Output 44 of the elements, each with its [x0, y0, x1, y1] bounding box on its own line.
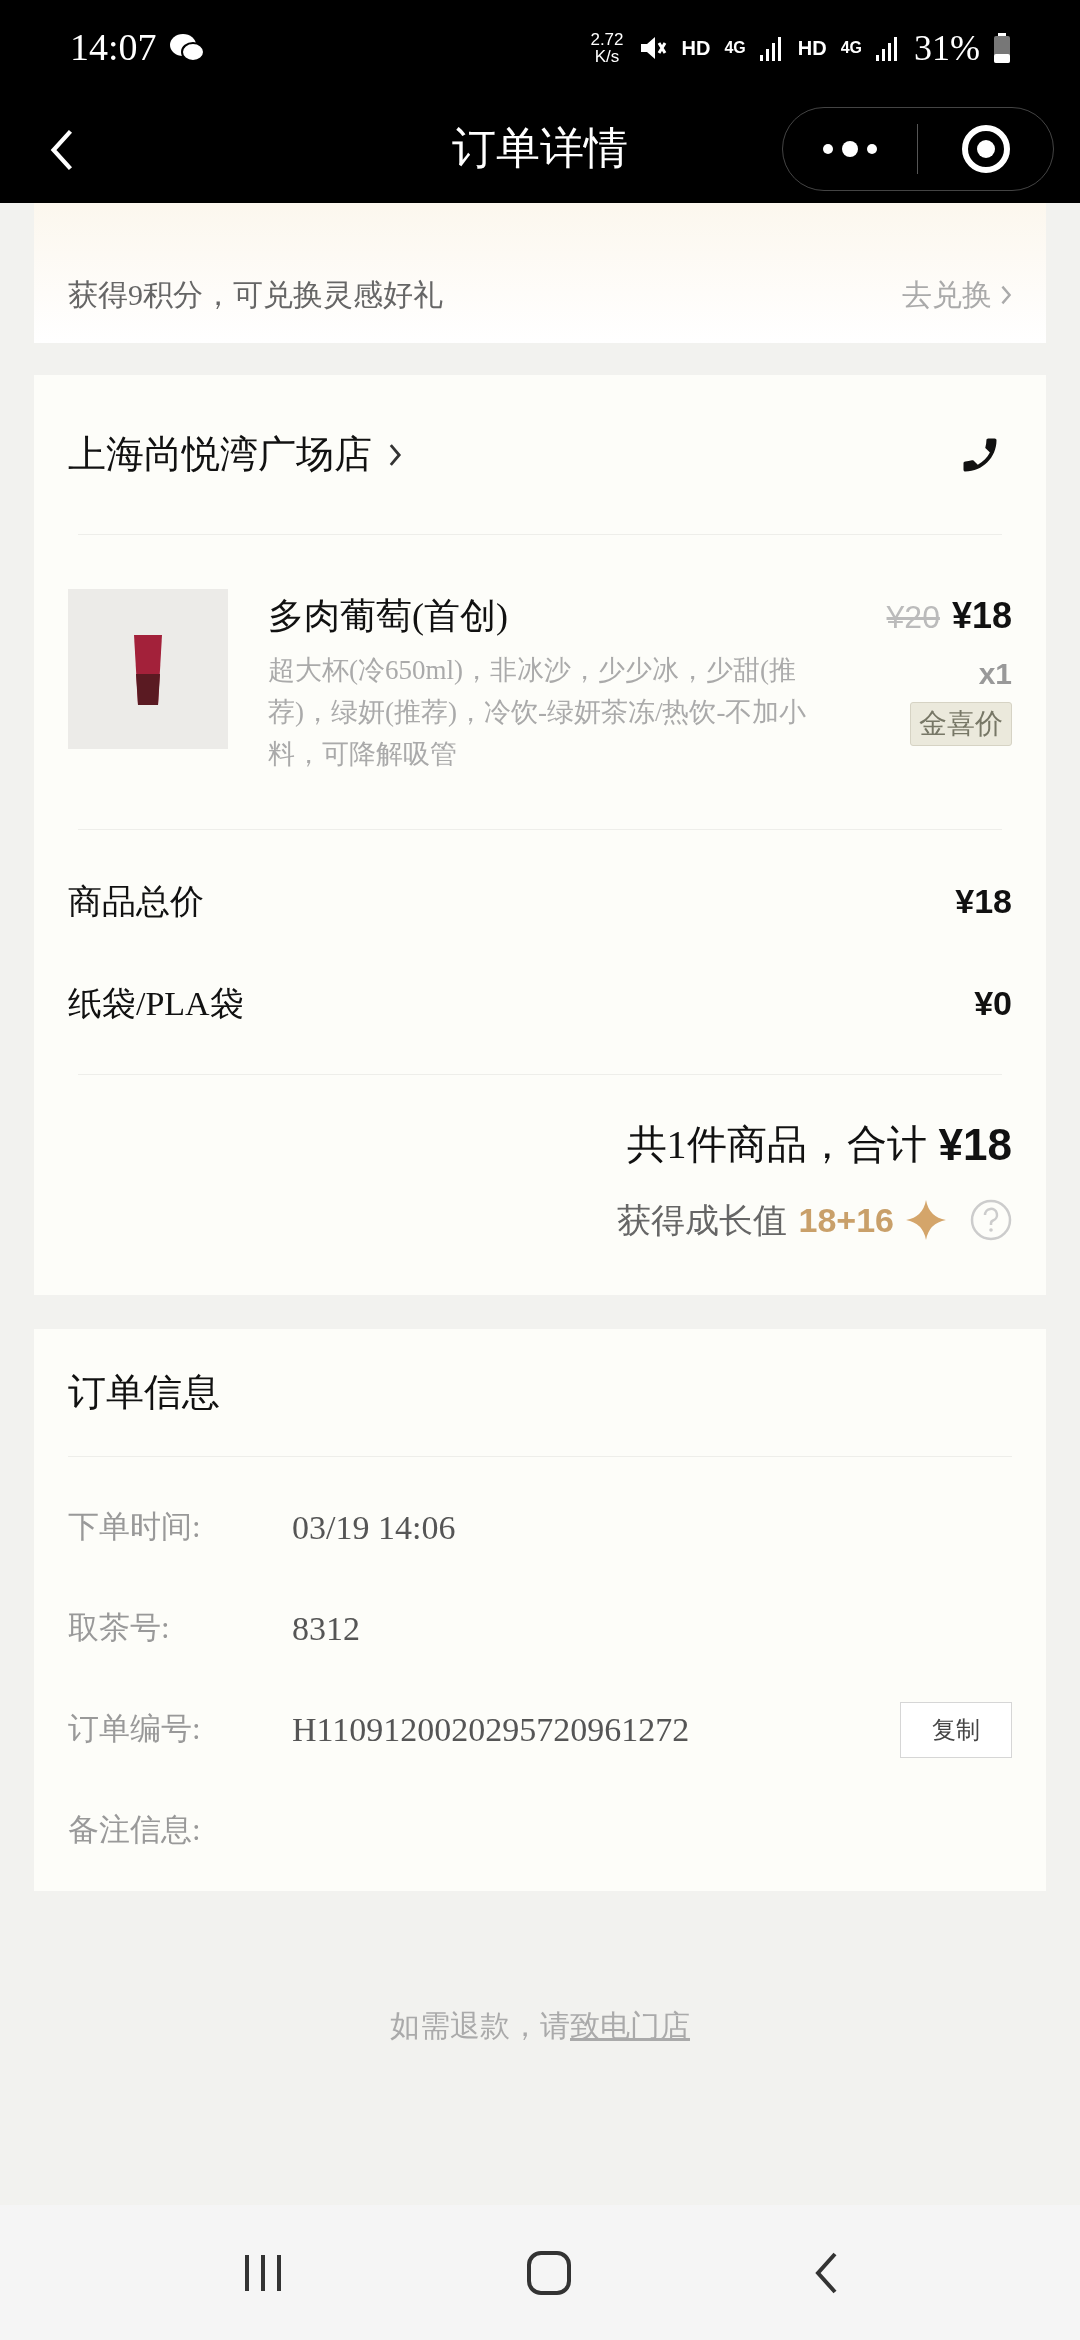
fee-label: 商品总价: [68, 881, 204, 922]
quantity: x1: [978, 656, 1012, 692]
signal-icon: [876, 34, 900, 61]
network-speed: 2.72: [590, 30, 624, 48]
price-tag: 金喜价: [910, 702, 1012, 746]
info-value: 03/19 14:06: [292, 1508, 456, 1548]
info-label: 订单编号:: [68, 1710, 202, 1749]
page-title: 订单详情: [452, 123, 628, 175]
info-label: 备注信息:: [68, 1811, 202, 1850]
section-title: 订单信息: [68, 1370, 220, 1415]
battery-icon: [994, 32, 1010, 63]
product-price: ¥18: [951, 594, 1012, 638]
battery-percent: 31%: [914, 26, 980, 70]
signal-icon: [759, 34, 784, 61]
original-price: ¥20: [886, 598, 940, 637]
fee-value: ¥0: [974, 982, 1012, 1024]
store-link[interactable]: 上海尚悦湾广场店: [68, 426, 402, 483]
target-icon: [960, 124, 1011, 174]
info-value: 8312: [292, 1609, 360, 1649]
points-text: 获得9积分，可兑换灵感好礼: [68, 277, 443, 313]
fee-label: 纸袋/PLA袋: [68, 983, 244, 1024]
total-label: 共1件商品，合计: [626, 1121, 927, 1169]
refund-note: 如需退款，请: [390, 2008, 570, 2044]
chevron-icon: [1000, 283, 1012, 306]
sparkle-icon: [906, 1200, 946, 1240]
network-label: 4G: [724, 37, 746, 58]
dots-icon: [820, 139, 880, 159]
info-value: H1109120020295720961272: [292, 1710, 690, 1750]
hd-label: HD: [681, 35, 711, 61]
home-button[interactable]: [526, 2249, 572, 2296]
info-label: 取茶号:: [68, 1609, 171, 1648]
info-label: 下单时间:: [68, 1508, 202, 1547]
clock-time: 14:07: [70, 25, 157, 70]
fee-value: ¥18: [955, 880, 1012, 922]
chat-icon: [168, 32, 205, 63]
total-price: ¥18: [938, 1119, 1012, 1171]
copy-button[interactable]: 复制: [900, 1701, 1012, 1758]
growth-value: 18+16: [798, 1199, 894, 1241]
hd-label: HD: [797, 35, 827, 61]
product-options: 超大杯(冷650ml)，非冰沙，少少冰，少甜(推荐)，绿妍(推荐)，冷饮-绿妍茶冻/热饮-不加小料，可降解吸管: [268, 649, 828, 775]
growth-label: 获得成长值: [616, 1200, 787, 1241]
product-name: 多肉葡萄(首创): [268, 595, 509, 638]
network-label: 4G: [840, 37, 862, 58]
speed-unit: K/s: [594, 47, 620, 65]
